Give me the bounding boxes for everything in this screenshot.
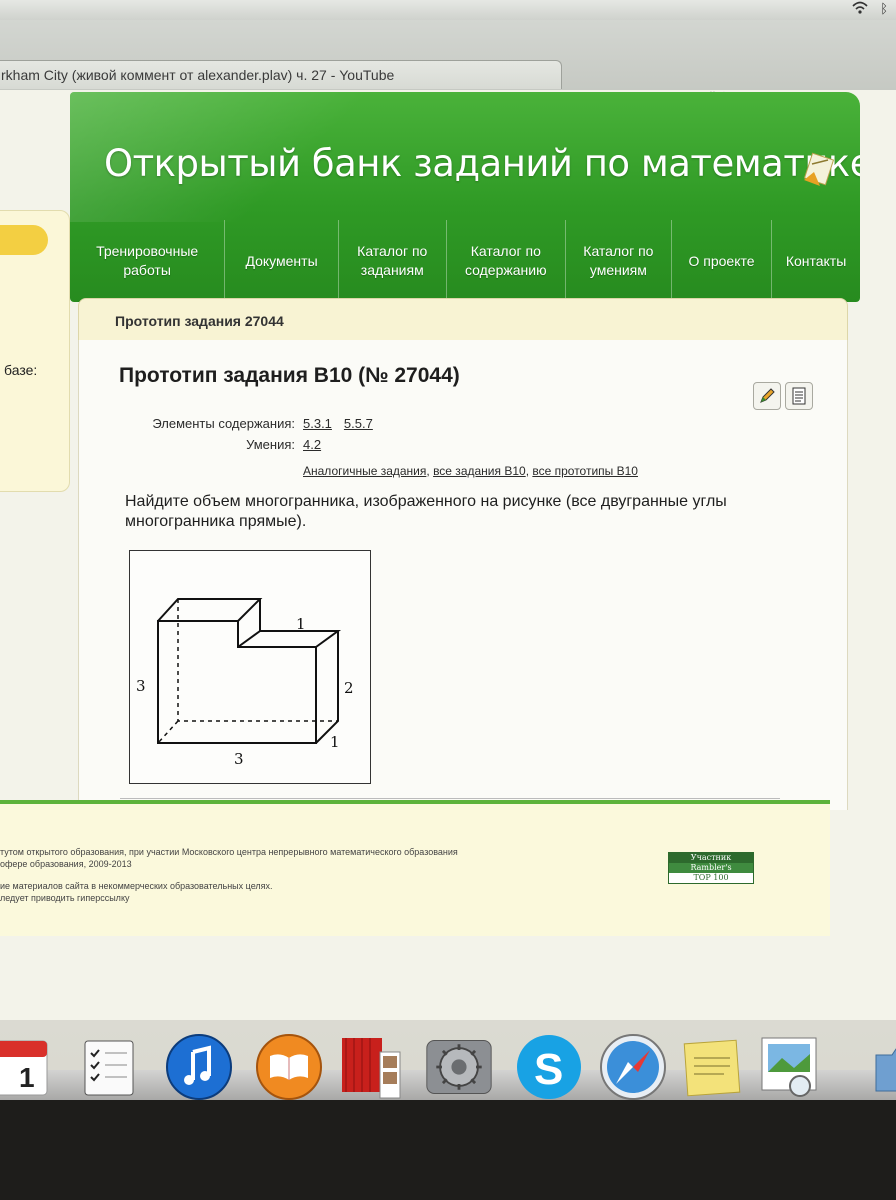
nav-item-contacts[interactable]: Контакты [772, 220, 860, 302]
footer: тутом открытого образования, при участии… [0, 800, 830, 936]
label-left: 3 [136, 677, 146, 695]
nav-item-about[interactable]: О проекте [672, 220, 773, 302]
nav-item-catalog-tasks[interactable]: Каталог по заданиям [339, 220, 447, 302]
footer-line: ие материалов сайта в некоммерческих обр… [0, 881, 273, 891]
left-sidebar-button[interactable] [0, 225, 48, 255]
problem-statement: Найдите объем многогранника, изображенно… [125, 493, 727, 530]
label-right: 2 [344, 679, 354, 697]
label-bottom: 3 [234, 750, 244, 768]
similar-tasks-link[interactable]: Аналогичные задания [303, 464, 426, 478]
left-sidebar-label: базе: [4, 362, 38, 378]
site-title[interactable]: Открытый банк заданий по математике [104, 142, 860, 185]
nav-item-training[interactable]: Тренировочные работы [70, 220, 226, 302]
itunes-icon[interactable] [164, 1032, 234, 1102]
page-title: Прототип задания B10 (№ 27044) [119, 364, 460, 387]
ibooks-icon[interactable] [254, 1032, 324, 1102]
document-icon[interactable] [785, 382, 813, 410]
all-b10-prototypes-link[interactable]: все прототипы B10 [532, 464, 638, 478]
photo-booth-icon[interactable] [336, 1032, 406, 1102]
dock: 1 S [0, 1020, 896, 1112]
menu-bar: ᛒ [0, 0, 896, 21]
preview-icon[interactable] [754, 1032, 824, 1102]
content-element-link[interactable]: 5.3.1 [303, 416, 332, 431]
rambler-line: Rambler's [669, 863, 753, 873]
rambler-line: Участник [669, 853, 753, 863]
monitor-bezel [0, 1100, 896, 1200]
bluetooth-icon[interactable]: ᛒ [880, 1, 888, 18]
svg-text:S: S [534, 1045, 563, 1094]
content-element-link[interactable]: 5.5.7 [344, 416, 373, 431]
breadcrumb: Прототип задания 27044 [115, 313, 284, 329]
content-elements-label: Элементы содержания: [152, 416, 295, 431]
skills-row: Умения: 4.2 [125, 437, 385, 452]
label-top: 1 [296, 615, 306, 633]
task-tools [753, 382, 813, 410]
skill-link[interactable]: 4.2 [303, 437, 321, 452]
content-elements-row: Элементы содержания: 5.3.1 5.5.7 [125, 416, 385, 431]
polyhedron-drawing: 1 3 2 3 1 [136, 598, 354, 768]
footer-line: офере образования, 2009-2013 [0, 859, 132, 869]
task-meta: Элементы содержания: 5.3.1 5.5.7 Умения:… [125, 416, 385, 458]
label-corner: 1 [330, 733, 340, 751]
rambler-counter[interactable]: Участник Rambler's TOP 100 [668, 852, 754, 884]
screen: ᛒ rkham City (живой коммент от alexander… [0, 0, 896, 1100]
stickies-icon[interactable] [676, 1032, 746, 1102]
footer-text: тутом открытого образования, при участии… [0, 846, 458, 904]
footer-line: тутом открытого образования, при участии… [0, 847, 458, 857]
all-b10-tasks-link[interactable]: все задания B10 [433, 464, 526, 478]
polyhedron-figure: 1 3 2 3 1 [129, 550, 371, 784]
tab-youtube[interactable]: rkham City (живой коммент от alexander.p… [0, 60, 562, 89]
nav-item-catalog-skills[interactable]: Каталог по умениям [566, 220, 672, 302]
system-preferences-icon[interactable] [424, 1032, 494, 1102]
site-header: Открытый банк заданий по математике Трен… [70, 92, 860, 302]
skills-label: Умения: [246, 437, 295, 452]
logo-icon[interactable] [798, 150, 838, 194]
task-content: Прототип задания B10 (№ 27044) Элементы … [78, 340, 848, 810]
skype-icon[interactable]: S [514, 1032, 584, 1102]
footer-line: ледует приводить гиперссылку [0, 893, 130, 903]
main-nav: Тренировочные работы Документы Каталог п… [70, 220, 860, 302]
breadcrumb-bar: Прототип задания 27044 [78, 298, 848, 342]
pencil-icon[interactable] [753, 382, 781, 410]
rambler-line: TOP 100 [669, 873, 753, 883]
calendar-icon[interactable]: 1 [0, 1032, 56, 1102]
status-icons: ᛒ [852, 1, 888, 18]
safari-icon[interactable] [598, 1032, 668, 1102]
wifi-icon[interactable] [852, 1, 868, 18]
nav-item-catalog-content[interactable]: Каталог по содержанию [447, 220, 566, 302]
reminders-icon[interactable] [74, 1032, 144, 1102]
calendar-day: 1 [19, 1062, 35, 1093]
folder-icon[interactable] [862, 1032, 896, 1102]
divider [120, 798, 780, 799]
similar-links: Аналогичные задания, все задания B10, вс… [303, 464, 638, 478]
tab-bar: rkham City (живой коммент от alexander.p… [0, 20, 896, 91]
nav-item-documents[interactable]: Документы [225, 220, 339, 302]
